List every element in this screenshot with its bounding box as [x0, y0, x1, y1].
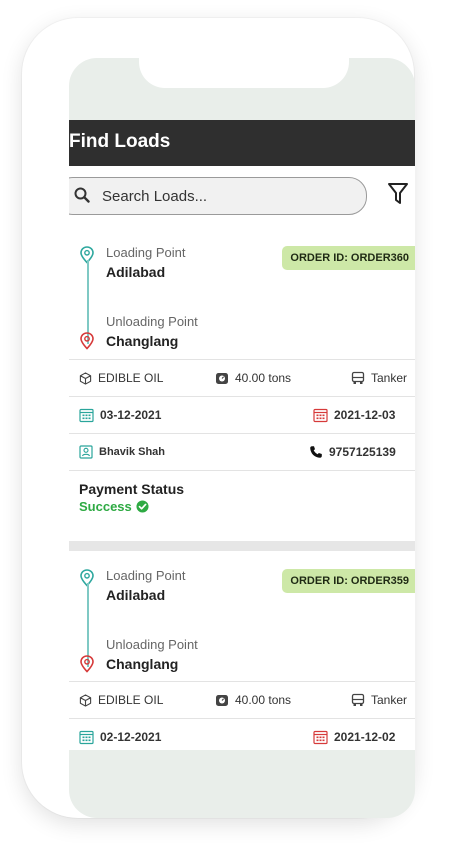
payment-status-text: Success: [79, 499, 132, 514]
phone-screen: Find Loads Search Loads... Loading Point…: [69, 58, 415, 818]
page-title: Find Loads: [69, 131, 171, 152]
end-date-cell: 2021-12-03: [313, 397, 395, 433]
end-date-text: 2021-12-02: [334, 730, 396, 744]
cargo-row: EDIBLE OIL 40.00 tons Tanker: [69, 681, 415, 718]
end-date-text: 2021-12-03: [334, 408, 396, 422]
unloading-point-label: Unloading Point: [106, 637, 198, 652]
contact-name-text: Bhavik Shah: [99, 446, 166, 458]
loading-point-label: Loading Point: [106, 245, 186, 260]
payment-section: Payment Status Success: [69, 470, 415, 541]
payment-status-value: Success: [79, 499, 415, 514]
order-id-badge: ORDER ID: ORDER359: [282, 569, 415, 593]
unloading-point-value: Changlang: [106, 656, 179, 672]
search-input[interactable]: [102, 184, 342, 208]
phone-frame: Find Loads Search Loads... Loading Point…: [22, 18, 415, 818]
search-icon: [74, 187, 90, 203]
material-text: EDIBLE OIL: [98, 371, 164, 385]
order-card[interactable]: Loading Point Adilabad ORDER ID: ORDER36…: [69, 228, 415, 541]
phone-notch: [139, 58, 349, 88]
weight-icon: [216, 695, 228, 706]
route-section: Loading Point Adilabad ORDER ID: ORDER36…: [69, 228, 415, 359]
app-content: Find Loads Search Loads... Loading Point…: [69, 120, 415, 750]
end-date-cell: 2021-12-02: [313, 719, 395, 750]
unloading-point-label: Unloading Point: [106, 314, 198, 329]
box-icon: [79, 693, 92, 707]
material-text: EDIBLE OIL: [98, 693, 164, 707]
location-pin-icon: [80, 332, 94, 350]
contact-card-icon: [79, 445, 93, 459]
vehicle-cell: Tanker: [351, 360, 407, 396]
cargo-row: EDIBLE OIL 40.00 tons Tanker: [69, 359, 415, 396]
weight-text: 40.00 tons: [235, 693, 292, 707]
material-cell: EDIBLE OIL: [79, 360, 163, 396]
material-cell: EDIBLE OIL: [79, 682, 163, 718]
start-date-text: 02-12-2021: [100, 730, 162, 744]
date-row: 02-12-2021 2021-12-02: [69, 718, 415, 750]
search-box[interactable]: [69, 177, 367, 215]
filter-icon[interactable]: [387, 182, 409, 206]
weight-icon: [216, 373, 228, 384]
calendar-icon: [313, 730, 328, 744]
contact-cell: Bhavik Shah: [79, 434, 165, 470]
box-icon: [79, 371, 92, 385]
vehicle-text: Tanker: [371, 693, 408, 707]
start-date-text: 03-12-2021: [100, 408, 162, 422]
vehicle-text: Tanker: [371, 371, 408, 385]
contact-row: Bhavik Shah 9757125139: [69, 433, 415, 470]
weight-cell: 40.00 tons: [215, 360, 291, 396]
date-row: 03-12-2021 2021-12-03: [69, 396, 415, 433]
start-date-cell: 02-12-2021: [79, 719, 161, 750]
loading-point-label: Loading Point: [106, 568, 186, 583]
order-card[interactable]: Loading Point Adilabad ORDER ID: ORDER35…: [69, 551, 415, 750]
card-separator: [69, 541, 415, 551]
phone-cell[interactable]: 9757125139: [309, 434, 396, 470]
truck-icon: [351, 371, 365, 384]
calendar-icon: [79, 408, 94, 422]
location-pin-icon: [80, 655, 94, 673]
calendar-icon: [313, 408, 328, 422]
phone-text: 9757125139: [329, 445, 396, 459]
app-header: Find Loads: [69, 120, 415, 166]
weight-text: 40.00 tons: [235, 371, 292, 385]
loading-point-value: Adilabad: [106, 264, 166, 280]
start-date-cell: 03-12-2021: [79, 397, 161, 433]
route-section: Loading Point Adilabad ORDER ID: ORDER35…: [69, 551, 415, 681]
vehicle-cell: Tanker: [351, 682, 407, 718]
loading-point-value: Adilabad: [106, 587, 166, 603]
unloading-point-value: Changlang: [106, 333, 179, 349]
payment-status-label: Payment Status: [79, 481, 185, 497]
weight-cell: 40.00 tons: [215, 682, 291, 718]
order-id-badge: ORDER ID: ORDER360: [282, 246, 415, 270]
truck-icon: [351, 693, 365, 706]
calendar-icon: [79, 730, 94, 744]
search-bar: [69, 166, 415, 228]
phone-icon: [310, 446, 322, 458]
check-circle-icon: [136, 500, 149, 513]
